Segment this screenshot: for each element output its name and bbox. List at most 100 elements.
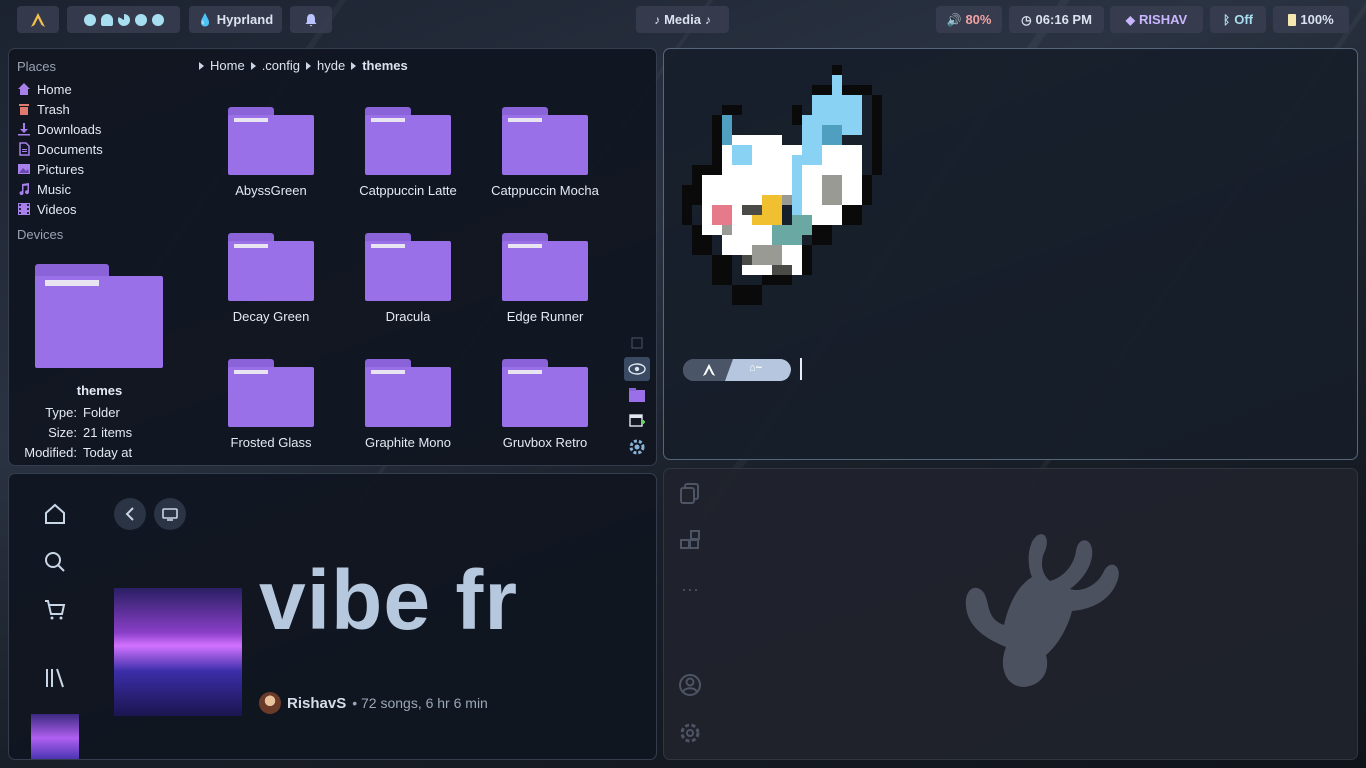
playlist-title: vibe fr [259, 553, 519, 647]
media-label: Media [664, 12, 701, 27]
playlist-owner-row: RishavS • 72 songs, 6 hr 6 min [259, 692, 488, 714]
text-cursor [800, 358, 802, 380]
folder-label: Frosted Glass [230, 435, 312, 450]
avatar[interactable] [259, 692, 281, 714]
wm-indicator[interactable]: 💧 Hyprland [189, 6, 282, 33]
volume-widget[interactable]: 🔊 80% [936, 6, 1002, 33]
note-icon[interactable] [624, 331, 650, 355]
folder-view-icon[interactable] [624, 383, 650, 407]
workspace-dot-icon[interactable] [83, 13, 96, 26]
sidebar-item-home[interactable]: Home [17, 79, 72, 99]
pacman-icon[interactable] [117, 13, 130, 26]
volume-value: 80% [965, 12, 992, 27]
music-player-window[interactable]: vibe fr RishavS • 72 songs, 6 hr 6 min [8, 473, 657, 760]
diamond-icon: ◆ [1125, 12, 1136, 27]
chevron-right-icon [199, 61, 204, 70]
video-icon [18, 203, 30, 215]
clock-value: 06:16 PM [1035, 12, 1092, 27]
search-icon[interactable] [39, 546, 71, 578]
folder-icon [502, 107, 588, 177]
folder-label: Gruvbox Retro [502, 435, 588, 450]
info-size-value: 21 items [83, 425, 133, 440]
file-manager-window[interactable]: Places Home Trash Downloads Documents Pi… [8, 48, 657, 466]
folder-icon [228, 233, 314, 303]
more-icon[interactable]: ··· [678, 577, 702, 601]
folder-item[interactable]: Catppuccin Mocha [480, 107, 610, 198]
sidebar-item-trash[interactable]: Trash [17, 99, 70, 119]
sidebar-item-label: Videos [37, 201, 77, 217]
vesktop-window[interactable]: ··· [663, 468, 1358, 760]
folder-item[interactable]: Catppuccin Latte [343, 107, 473, 198]
info-modified-label: Modified: [24, 445, 77, 460]
sidebar-item-music[interactable]: Music [17, 179, 71, 199]
bluetooth-status: Off [1234, 12, 1253, 27]
gear-icon[interactable] [624, 435, 650, 459]
breadcrumb-themes[interactable]: themes [362, 58, 408, 73]
clock-widget[interactable]: ◷ 06:16 PM [1009, 6, 1104, 33]
arch-logo-icon [702, 363, 716, 377]
folder-item[interactable]: Frosted Glass [206, 359, 336, 450]
bluetooth-widget[interactable]: ᛒ Off [1210, 6, 1266, 33]
account-icon[interactable] [678, 673, 702, 697]
music-note-icon: ♪ [654, 12, 661, 27]
copy-icon[interactable] [678, 481, 702, 505]
battery-widget[interactable]: 100% [1273, 6, 1349, 33]
home-icon [18, 83, 30, 95]
media-widget[interactable]: ♪ Media ♪ [636, 6, 729, 33]
user-widget[interactable]: ◆ RISHAV [1110, 6, 1203, 33]
info-size-label: Size: [48, 425, 77, 440]
sidebar-item-documents[interactable]: Documents [17, 139, 103, 159]
folder-label: Graphite Mono [365, 435, 451, 450]
breadcrumb-home[interactable]: Home [210, 58, 245, 73]
sidebar-item-label: Downloads [37, 121, 102, 137]
settings-icon[interactable] [678, 721, 702, 745]
back-button[interactable] [114, 498, 146, 530]
vesktop-antler-logo [965, 534, 1119, 687]
prompt-dir-segment: ⌂~ [749, 362, 763, 374]
download-icon [18, 123, 30, 136]
battery-icon [1288, 13, 1297, 26]
devices-heading: Devices [17, 227, 64, 242]
folder-label: Catppuccin Latte [359, 183, 457, 198]
folder-item[interactable]: Decay Green [206, 233, 336, 324]
sidebar-item-downloads[interactable]: Downloads [17, 119, 101, 139]
folder-item[interactable]: Gruvbox Retro [480, 359, 610, 450]
folder-item[interactable]: Edge Runner [480, 233, 610, 324]
chevron-left-icon [125, 507, 134, 521]
launcher-button[interactable] [17, 6, 59, 33]
playlist-thumbnail[interactable] [31, 714, 79, 759]
cast-button[interactable] [154, 498, 186, 530]
folder-item[interactable]: Dracula [343, 233, 473, 324]
workspaces[interactable] [67, 6, 180, 33]
folder-icon [228, 107, 314, 177]
sidebar-item-pictures[interactable]: Pictures [17, 159, 84, 179]
pokemon-sprite [682, 65, 882, 305]
folder-icon [365, 107, 451, 177]
speaker-icon: 🔊 [946, 12, 962, 27]
eye-icon[interactable] [624, 357, 650, 381]
sidebar-item-label: Trash [37, 101, 70, 117]
folder-icon [228, 359, 314, 429]
folder-icon [365, 359, 451, 429]
cart-icon[interactable] [39, 594, 71, 626]
wm-label: Hyprland [216, 12, 274, 27]
workspace-dot-icon[interactable] [151, 13, 164, 26]
owner-name[interactable]: RishavS [287, 695, 346, 712]
breadcrumb-hyde[interactable]: hyde [317, 58, 345, 73]
notification-button[interactable] [290, 6, 332, 33]
folder-item[interactable]: AbyssGreen [206, 107, 336, 198]
library-icon[interactable] [39, 662, 71, 694]
home-icon[interactable] [39, 498, 71, 530]
folder-label: AbyssGreen [235, 183, 307, 198]
sidebar-item-label: Home [37, 81, 72, 97]
terminal-window[interactable]: ⌂~ [663, 48, 1358, 460]
sidebar-item-label: Pictures [37, 161, 84, 177]
new-tab-icon[interactable] [624, 409, 650, 433]
ghost-icon[interactable] [100, 13, 113, 26]
workspace-dot-icon[interactable] [134, 13, 147, 26]
folder-item[interactable]: Graphite Mono [343, 359, 473, 450]
widgets-icon[interactable] [678, 529, 702, 553]
bluetooth-icon: ᛒ [1223, 12, 1231, 27]
breadcrumb-config[interactable]: .config [262, 58, 300, 73]
sidebar-item-videos[interactable]: Videos [17, 199, 77, 219]
